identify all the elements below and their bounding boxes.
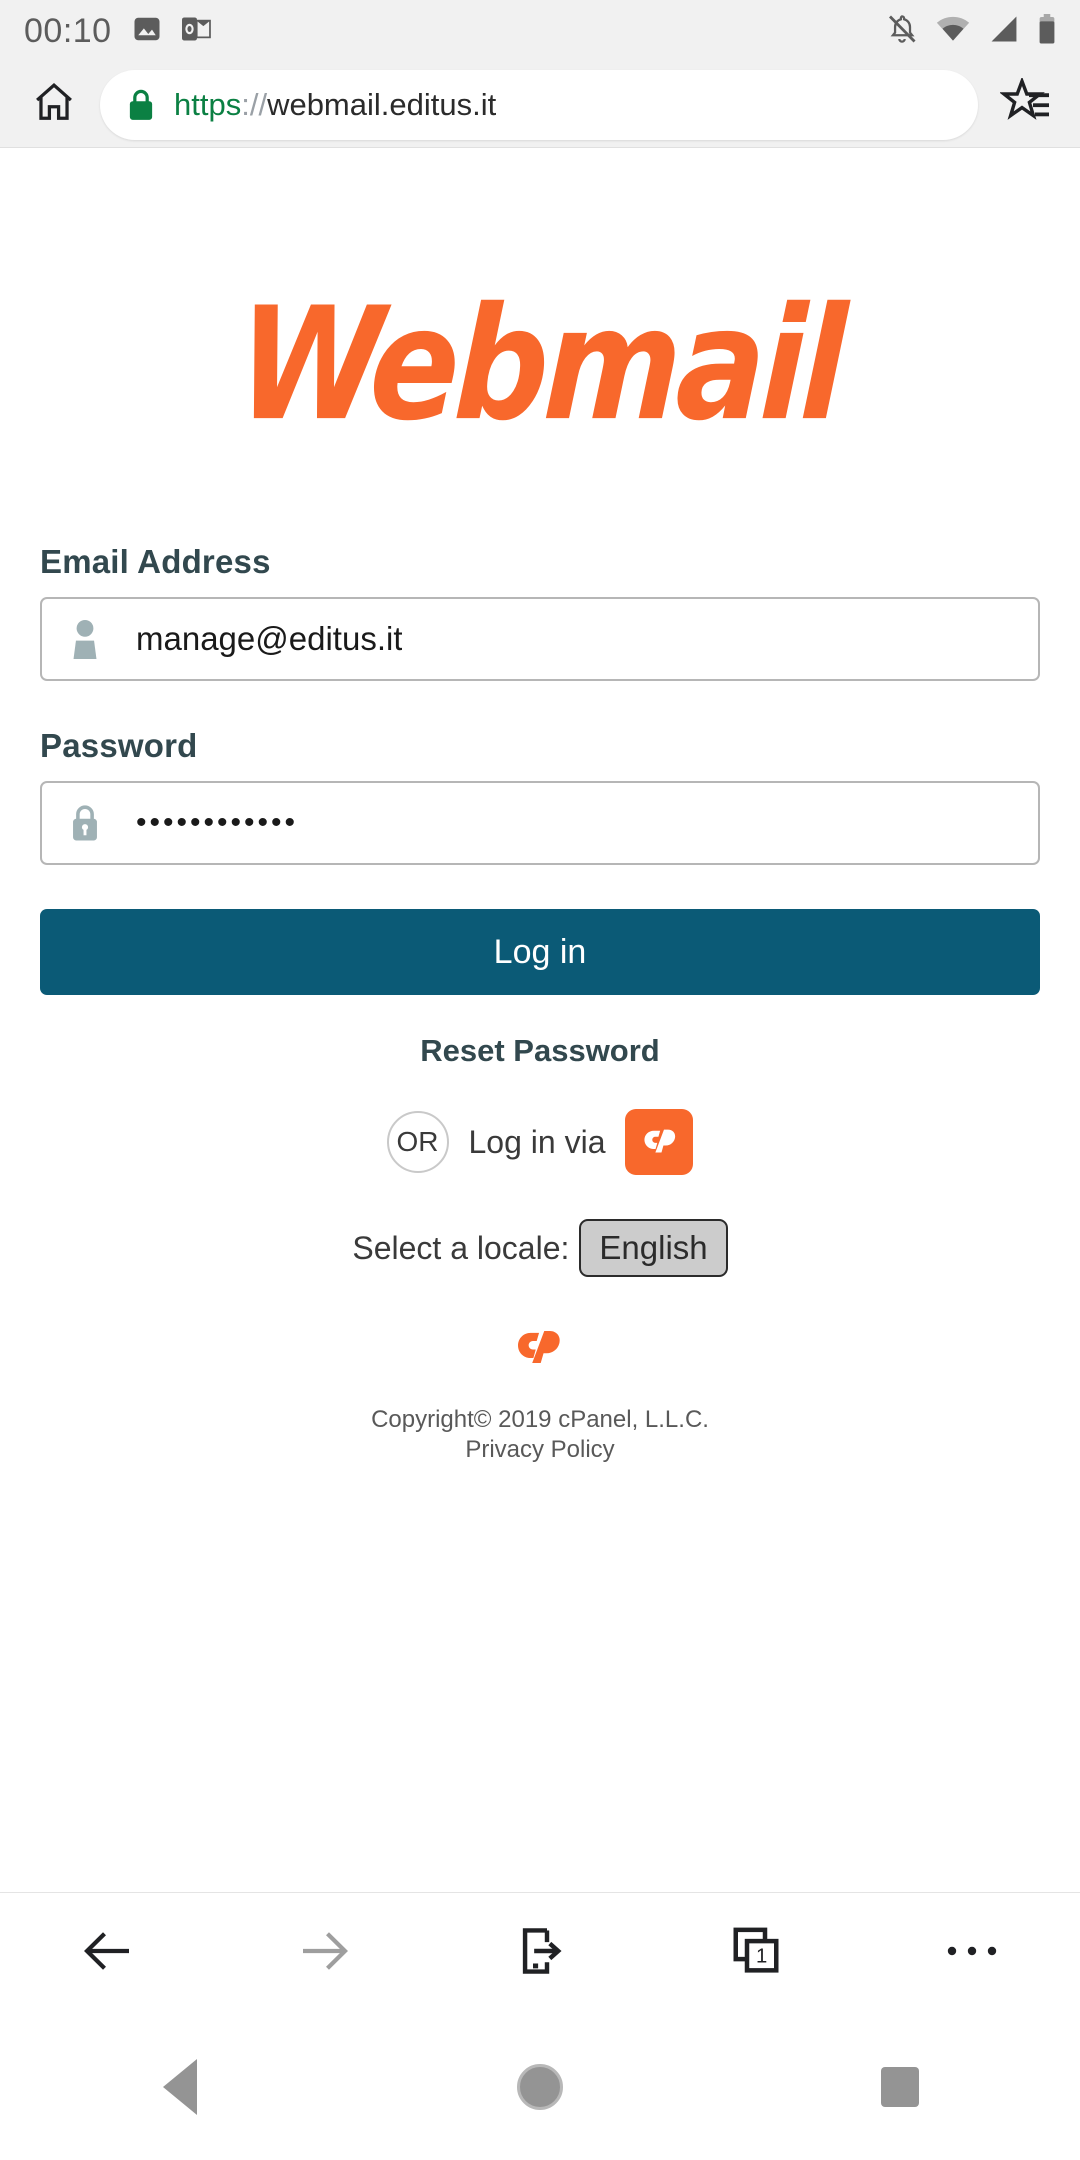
reset-password-link[interactable]: Reset Password	[420, 1033, 660, 1068]
webpage-content: Webmail Email Address manage@editus.it P…	[0, 149, 1080, 1892]
home-icon	[31, 79, 77, 130]
browser-forward-button[interactable]	[264, 1899, 384, 2009]
browser-back-button[interactable]	[48, 1899, 168, 2009]
url-host: webmail.editus.it	[267, 86, 497, 122]
status-bar-right	[886, 13, 1056, 50]
privacy-policy-link[interactable]: Privacy Policy	[40, 1436, 1040, 1464]
locale-label: Select a locale:	[352, 1229, 570, 1266]
android-home-button[interactable]	[470, 2017, 610, 2157]
wifi-icon	[936, 15, 970, 48]
page-footer: Copyright© 2019 cPanel, L.L.C. Privacy P…	[40, 1323, 1040, 1464]
cpanel-icon	[636, 1117, 682, 1168]
outlook-icon	[181, 15, 212, 48]
url-scheme: https	[174, 86, 242, 122]
url-input[interactable]: https://webmail.editus.it	[100, 69, 978, 140]
webmail-logo: Webmail	[0, 149, 1080, 456]
tabs-icon: 1	[729, 1924, 783, 1983]
phone-screen: 00:10 https://webmail.editus.it Webmail …	[0, 0, 1080, 2160]
lock-icon	[62, 802, 108, 844]
arrow-right-icon	[296, 1923, 352, 1984]
user-icon	[62, 618, 108, 660]
cpanel-login-button[interactable]	[625, 1109, 694, 1175]
triangle-back-icon	[163, 2059, 197, 2115]
cell-signal-icon	[988, 15, 1020, 48]
status-bar: 00:10	[0, 0, 1080, 62]
alternate-login-row: OR Log in via	[40, 1109, 1040, 1175]
browser-menu-button[interactable]	[912, 1899, 1032, 2009]
android-back-button[interactable]	[110, 2017, 250, 2157]
home-button[interactable]	[22, 73, 86, 137]
lock-icon	[126, 88, 156, 122]
webmail-logo-text: Webmail	[234, 274, 846, 456]
cpanel-footer-logo	[40, 1323, 1040, 1380]
email-field[interactable]: manage@editus.it	[40, 597, 1040, 681]
android-recents-button[interactable]	[830, 2017, 970, 2157]
url-text: https://webmail.editus.it	[174, 87, 496, 123]
browser-url-bar: https://webmail.editus.it	[0, 62, 1080, 148]
square-recents-icon	[881, 2067, 919, 2107]
browser-bottom-toolbar: 1	[0, 1892, 1080, 2014]
status-clock: 00:10	[24, 11, 112, 50]
circle-home-icon	[517, 2064, 563, 2110]
bookmarks-button[interactable]	[994, 73, 1058, 137]
reset-password-row: Reset Password	[40, 1033, 1040, 1069]
login-via-label: Log in via	[468, 1123, 606, 1160]
url-separator: ://	[241, 86, 268, 122]
email-label: Email Address	[40, 543, 271, 580]
battery-icon	[1038, 13, 1056, 49]
login-form: Email Address manage@editus.it Password	[0, 543, 1080, 1464]
form-spacer	[40, 681, 1040, 727]
status-bar-left: 00:10	[24, 12, 212, 51]
locale-row: Select a locale: English	[40, 1219, 1040, 1277]
or-badge: OR	[386, 1111, 449, 1173]
android-navigation-bar	[0, 2014, 1080, 2160]
notifications-off-icon	[886, 13, 918, 50]
email-input-value[interactable]: manage@editus.it	[136, 620, 402, 658]
tab-count-label: 1	[756, 1946, 767, 1968]
phone-share-icon	[514, 1923, 566, 1984]
bookmarks-star-icon	[999, 76, 1052, 131]
open-in-app-button[interactable]	[480, 1899, 600, 2009]
arrow-left-icon	[80, 1923, 136, 1984]
password-field[interactable]: ••••••••••••	[40, 781, 1040, 865]
copyright-text: Copyright© 2019 cPanel, L.L.C.	[371, 1406, 709, 1433]
image-icon	[132, 14, 162, 49]
password-label: Password	[40, 727, 198, 764]
tab-switcher-button[interactable]: 1	[696, 1899, 816, 2009]
locale-select[interactable]: English	[579, 1219, 728, 1277]
login-button[interactable]: Log in	[40, 909, 1040, 995]
more-options-icon	[944, 1939, 1000, 1968]
password-input-value[interactable]: ••••••••••••	[136, 806, 298, 840]
